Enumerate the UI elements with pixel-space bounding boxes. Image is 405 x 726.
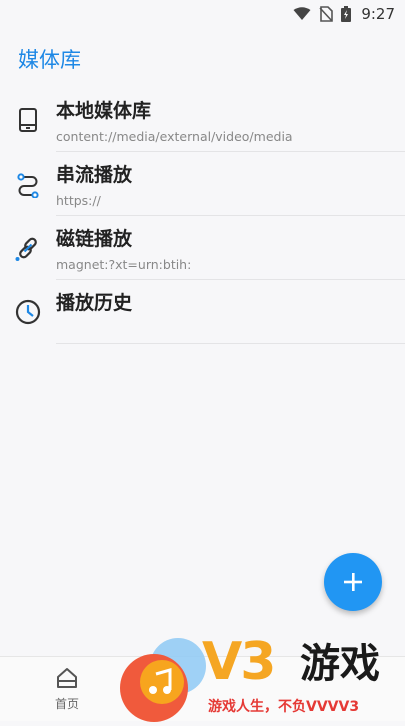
media-source-list: 本地媒体库 content://media/external/video/med… [0, 88, 405, 344]
page-title: 媒体库 [18, 48, 81, 72]
item-subtitle: content://media/external/video/media [56, 129, 293, 144]
list-item-stream[interactable]: 串流播放 https:// [0, 152, 405, 216]
home-icon [57, 668, 77, 688]
link-icon [15, 237, 37, 261]
list-item-magnet[interactable]: 磁链播放 magnet:?xt=urn:btih: [0, 216, 405, 280]
no-sim-icon [319, 6, 334, 22]
divider [56, 343, 405, 344]
watermark: V3 游戏 游戏人生，不负VVVV3 [118, 632, 405, 722]
add-button[interactable] [324, 553, 382, 611]
wifi-icon [293, 7, 311, 20]
list-item-history[interactable]: 播放历史 [0, 280, 405, 344]
stream-icon [17, 173, 39, 198]
clock-icon [15, 299, 41, 325]
tablet-icon [19, 108, 37, 132]
item-title: 播放历史 [56, 292, 133, 314]
item-title: 串流播放 [56, 164, 133, 186]
item-title: 磁链播放 [56, 228, 133, 250]
watermark-brand-suffix: 游戏 [300, 641, 380, 687]
nav-item-home[interactable]: 首页 [44, 667, 90, 712]
watermark-brand: V3 [202, 632, 276, 692]
list-item-local-media[interactable]: 本地媒体库 content://media/external/video/med… [0, 88, 405, 152]
watermark-logo [120, 638, 206, 722]
status-time: 9:27 [361, 5, 395, 23]
watermark-slogan: 游戏人生，不负VVVV3 [208, 699, 360, 715]
item-title: 本地媒体库 [56, 100, 152, 122]
status-bar: 9:27 [0, 0, 405, 28]
battery-charging-icon [341, 6, 352, 22]
plus-icon [344, 573, 362, 591]
item-subtitle: magnet:?xt=urn:btih: [56, 257, 192, 272]
nav-home-label: 首页 [54, 697, 79, 711]
item-subtitle: https:// [56, 193, 101, 208]
